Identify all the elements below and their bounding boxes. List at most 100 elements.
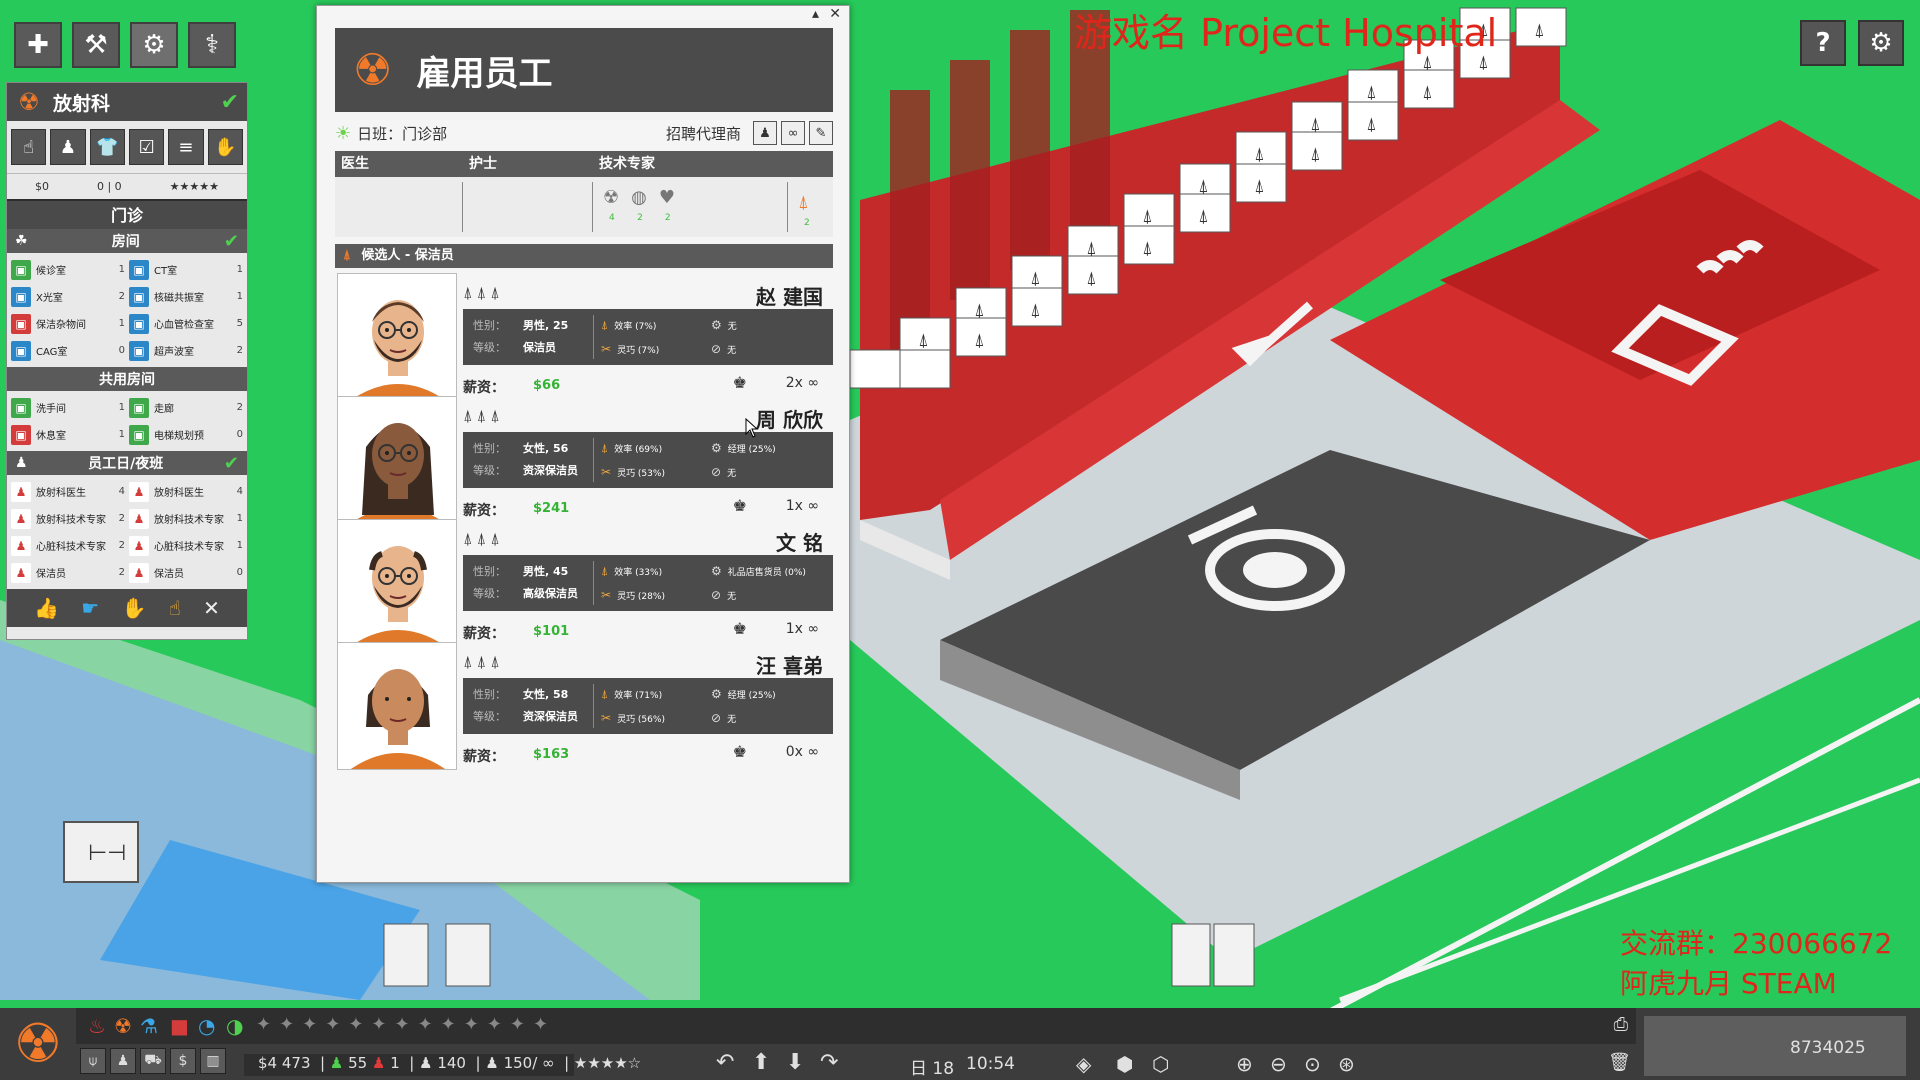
shared-room-item[interactable]: ▣ 走廊 2 — [129, 394, 243, 421]
rotate-right-icon[interactable]: ↷ — [820, 1050, 838, 1075]
build-button[interactable]: ✚ — [14, 22, 62, 68]
pointer-icon[interactable]: ☛ — [81, 596, 99, 620]
cardio-icon[interactable]: ◔ — [198, 1014, 215, 1038]
staff-item[interactable]: ♟ 放射科医生 4 — [129, 478, 243, 505]
candidate-portrait[interactable] — [337, 519, 457, 647]
gender-label: 性别： — [473, 688, 506, 701]
staff-item[interactable]: ♟ 心脏科技术专家 1 — [129, 532, 243, 559]
candidate-portrait[interactable] — [337, 396, 457, 524]
hire-multiplier-button[interactable]: 2x ∞ — [786, 375, 819, 391]
clipboard-icon[interactable]: ⎙ — [1614, 1014, 1628, 1035]
janitor-rank-icons: ⍋⍋⍋ — [463, 529, 504, 548]
shared-room-label: 洗手间 — [36, 404, 66, 415]
game-world[interactable]: ⍋ ⍋ ⍋ ⍋ ⍋ ⍋ ⍋ ⍋ ⍋ ⍋ ⍋ ⍋ ⍋ ⍋ ⍋ ⍋ ⍋ ⍋ ⍋ ⍋ ⍋ ⍋ ⊢⊣ — [0, 0, 1920, 1080]
doctors-column[interactable] — [335, 182, 463, 232]
view-walls-icon[interactable]: ⬢ — [1116, 1052, 1133, 1076]
person-icon[interactable]: ♟ — [50, 129, 86, 165]
view-floor-icon[interactable]: ◈ — [1076, 1052, 1091, 1076]
agency-person-button[interactable]: ♟ — [753, 121, 777, 145]
gp-icon[interactable]: ◑ — [226, 1014, 243, 1038]
candidate-level: 高级保洁员 — [523, 587, 578, 600]
zoom-out-icon[interactable]: ⊖ — [1270, 1052, 1287, 1076]
candidate-portrait[interactable] — [337, 642, 457, 770]
staff-item[interactable]: ♟ 保洁员 0 — [129, 559, 243, 586]
candidate-card[interactable]: ⍋⍋⍋ 赵 建国 性别： 男性, 25 等级： 保洁员 ⍋ 效率 (7%) ✂ 灵巧 (7%) ⚙ 无… — [337, 273, 833, 403]
rotate-left-icon[interactable]: ↶ — [716, 1050, 734, 1075]
staff-shift-header[interactable]: ♟ 员工日/夜班 ✔ — [7, 451, 247, 475]
room-item[interactable]: ▣ CAG室 0 — [11, 337, 125, 364]
shared-room-item[interactable]: ▣ 电梯规划预 0 — [129, 421, 243, 448]
candidate-card[interactable]: ⍋⍋⍋ 周 欣欣 性别： 女性, 56 等级： 资深保洁员 ⍋ 效率 (69%) ✂ 灵巧 (53… — [337, 396, 833, 526]
finance-button[interactable]: $ — [170, 1048, 196, 1074]
help-button[interactable]: ? — [1800, 20, 1846, 66]
room-item[interactable]: ▣ 保洁杂物间 1 — [11, 310, 125, 337]
staff-item[interactable]: ♟ 放射科技术专家 1 — [129, 505, 243, 532]
eraser-icon[interactable]: ✕ — [203, 596, 220, 620]
lab-icon[interactable]: ⚗ — [140, 1014, 158, 1038]
staff-item[interactable]: ♟ 保洁员 2 — [11, 559, 125, 586]
more-departments-icons[interactable]: ✦✦✦✦✦✦✦✦✦✦✦✦✦ — [256, 1014, 556, 1035]
agency-edit-button[interactable]: ✎ — [809, 121, 833, 145]
candidate-card[interactable]: ⍋⍋⍋ 汪 喜弟 性别： 女性, 58 等级： 资深保洁员 ⍋ 效率 (71%) ✂ 灵巧 (56… — [337, 642, 833, 772]
trash-icon[interactable]: 🗑 — [1608, 1052, 1631, 1073]
close-icon[interactable]: ✕ — [829, 6, 841, 22]
hire-multiplier-button[interactable]: 0x ∞ — [786, 744, 819, 760]
minimize-icon[interactable]: ▴ — [812, 6, 819, 22]
nurses-column[interactable] — [463, 182, 593, 232]
settings-tool-button[interactable]: ⚙ — [130, 22, 178, 68]
uniform-icon[interactable]: 👕 — [89, 129, 125, 165]
settings-button[interactable]: ⚙ — [1858, 20, 1904, 66]
checklist-icon[interactable]: ☑ — [128, 129, 165, 165]
hire-multiplier-button[interactable]: 1x ∞ — [786, 498, 819, 514]
room-item[interactable]: ▣ 心血管检查室 5 — [129, 310, 243, 337]
room-item[interactable]: ▣ 超声波室 2 — [129, 337, 243, 364]
shared-room-item[interactable]: ▣ 洗手间 1 — [11, 394, 125, 421]
map-button[interactable]: ⍦ — [80, 1048, 106, 1074]
stop-hand-icon[interactable]: ✋ — [207, 129, 243, 165]
department-header[interactable]: ☢ 放射科 ✔ — [7, 83, 247, 121]
candidate-card[interactable]: ⍋⍋⍋ 文 铭性别： 男性, 45 等级： 高级保洁员 ⍋ 效率 (33%) ✂ 灵巧 (28%… — [337, 519, 833, 649]
tab-technicians[interactable]: 技术专家 — [593, 151, 833, 177]
hand-pointer-icon[interactable]: ☝ — [11, 129, 47, 165]
tab-doctors[interactable]: 医生 — [335, 151, 463, 177]
hire-multiplier-button[interactable]: 1x ∞ — [786, 621, 819, 637]
zoom-fit-icon[interactable]: ⊛ — [1338, 1052, 1355, 1076]
equalizer-icon[interactable]: ≡ — [168, 129, 204, 165]
room-item[interactable]: ▣ 候诊室 1 — [11, 256, 125, 283]
staff-item[interactable]: ♟ 放射科医生 4 — [11, 478, 125, 505]
hammer-button[interactable]: ⚒ — [72, 22, 120, 68]
radiology-icon[interactable]: ☢ — [114, 1014, 132, 1038]
candidate-portrait[interactable] — [337, 273, 457, 401]
ambulance-button[interactable]: ⛟ — [140, 1048, 166, 1074]
stats-button[interactable]: ▥ — [200, 1048, 226, 1074]
staff-item[interactable]: ♟ 放射科技术专家 2 — [11, 505, 125, 532]
ultrasound-tech-icon[interactable]: ◍ 2 — [631, 187, 647, 237]
thumbs-up-icon[interactable]: 👍 — [34, 596, 59, 620]
zoom-in-icon[interactable]: ⊕ — [1236, 1052, 1253, 1076]
emergency-icon[interactable]: ♨ — [88, 1014, 106, 1038]
none-icon: ⊘ — [711, 588, 722, 602]
room-item[interactable]: ▣ 核磁共振室 1 — [129, 283, 243, 310]
floor-down-icon[interactable]: ⬇ — [786, 1050, 804, 1075]
stop-icon[interactable]: ✋ — [121, 596, 146, 620]
surgery-icon[interactable]: ■ — [170, 1014, 189, 1038]
janitor-tab[interactable]: ⍋ 2 — [787, 182, 833, 232]
room-item[interactable]: ▣ X光室 2 — [11, 283, 125, 310]
agency-mask-button[interactable]: ∞ — [781, 121, 805, 145]
radiology-tech-icon[interactable]: ☢ 4 — [603, 187, 619, 237]
room-item[interactable]: ▣ CT室 1 — [129, 256, 243, 283]
zoom-reset-icon[interactable]: ⊙ — [1304, 1052, 1321, 1076]
cardio-tech-icon[interactable]: ♥ 2 — [659, 187, 675, 237]
department-icons-strip: ♨ ☢ ⚗ ■ ◔ ◑ ✦✦✦✦✦✦✦✦✦✦✦✦✦ ⎙ — [76, 1008, 1636, 1044]
radiology-department-icon[interactable]: ☢ — [6, 1012, 70, 1076]
staff-button[interactable]: ♟ — [110, 1048, 136, 1074]
view-full-icon[interactable]: ⬡ — [1152, 1052, 1169, 1076]
grab-icon[interactable]: ☝ — [169, 596, 181, 620]
candidate-salary: $163 — [533, 747, 570, 762]
staff-item[interactable]: ♟ 心脏科技术专家 2 — [11, 532, 125, 559]
tab-nurses[interactable]: 护士 — [463, 151, 593, 177]
rooms-header[interactable]: ☘ 房间 ✔ — [7, 229, 247, 253]
floor-up-icon[interactable]: ⬆ — [752, 1050, 770, 1075]
stethoscope-button[interactable]: ⚕ — [188, 22, 236, 68]
shared-room-item[interactable]: ▣ 休息室 1 — [11, 421, 125, 448]
